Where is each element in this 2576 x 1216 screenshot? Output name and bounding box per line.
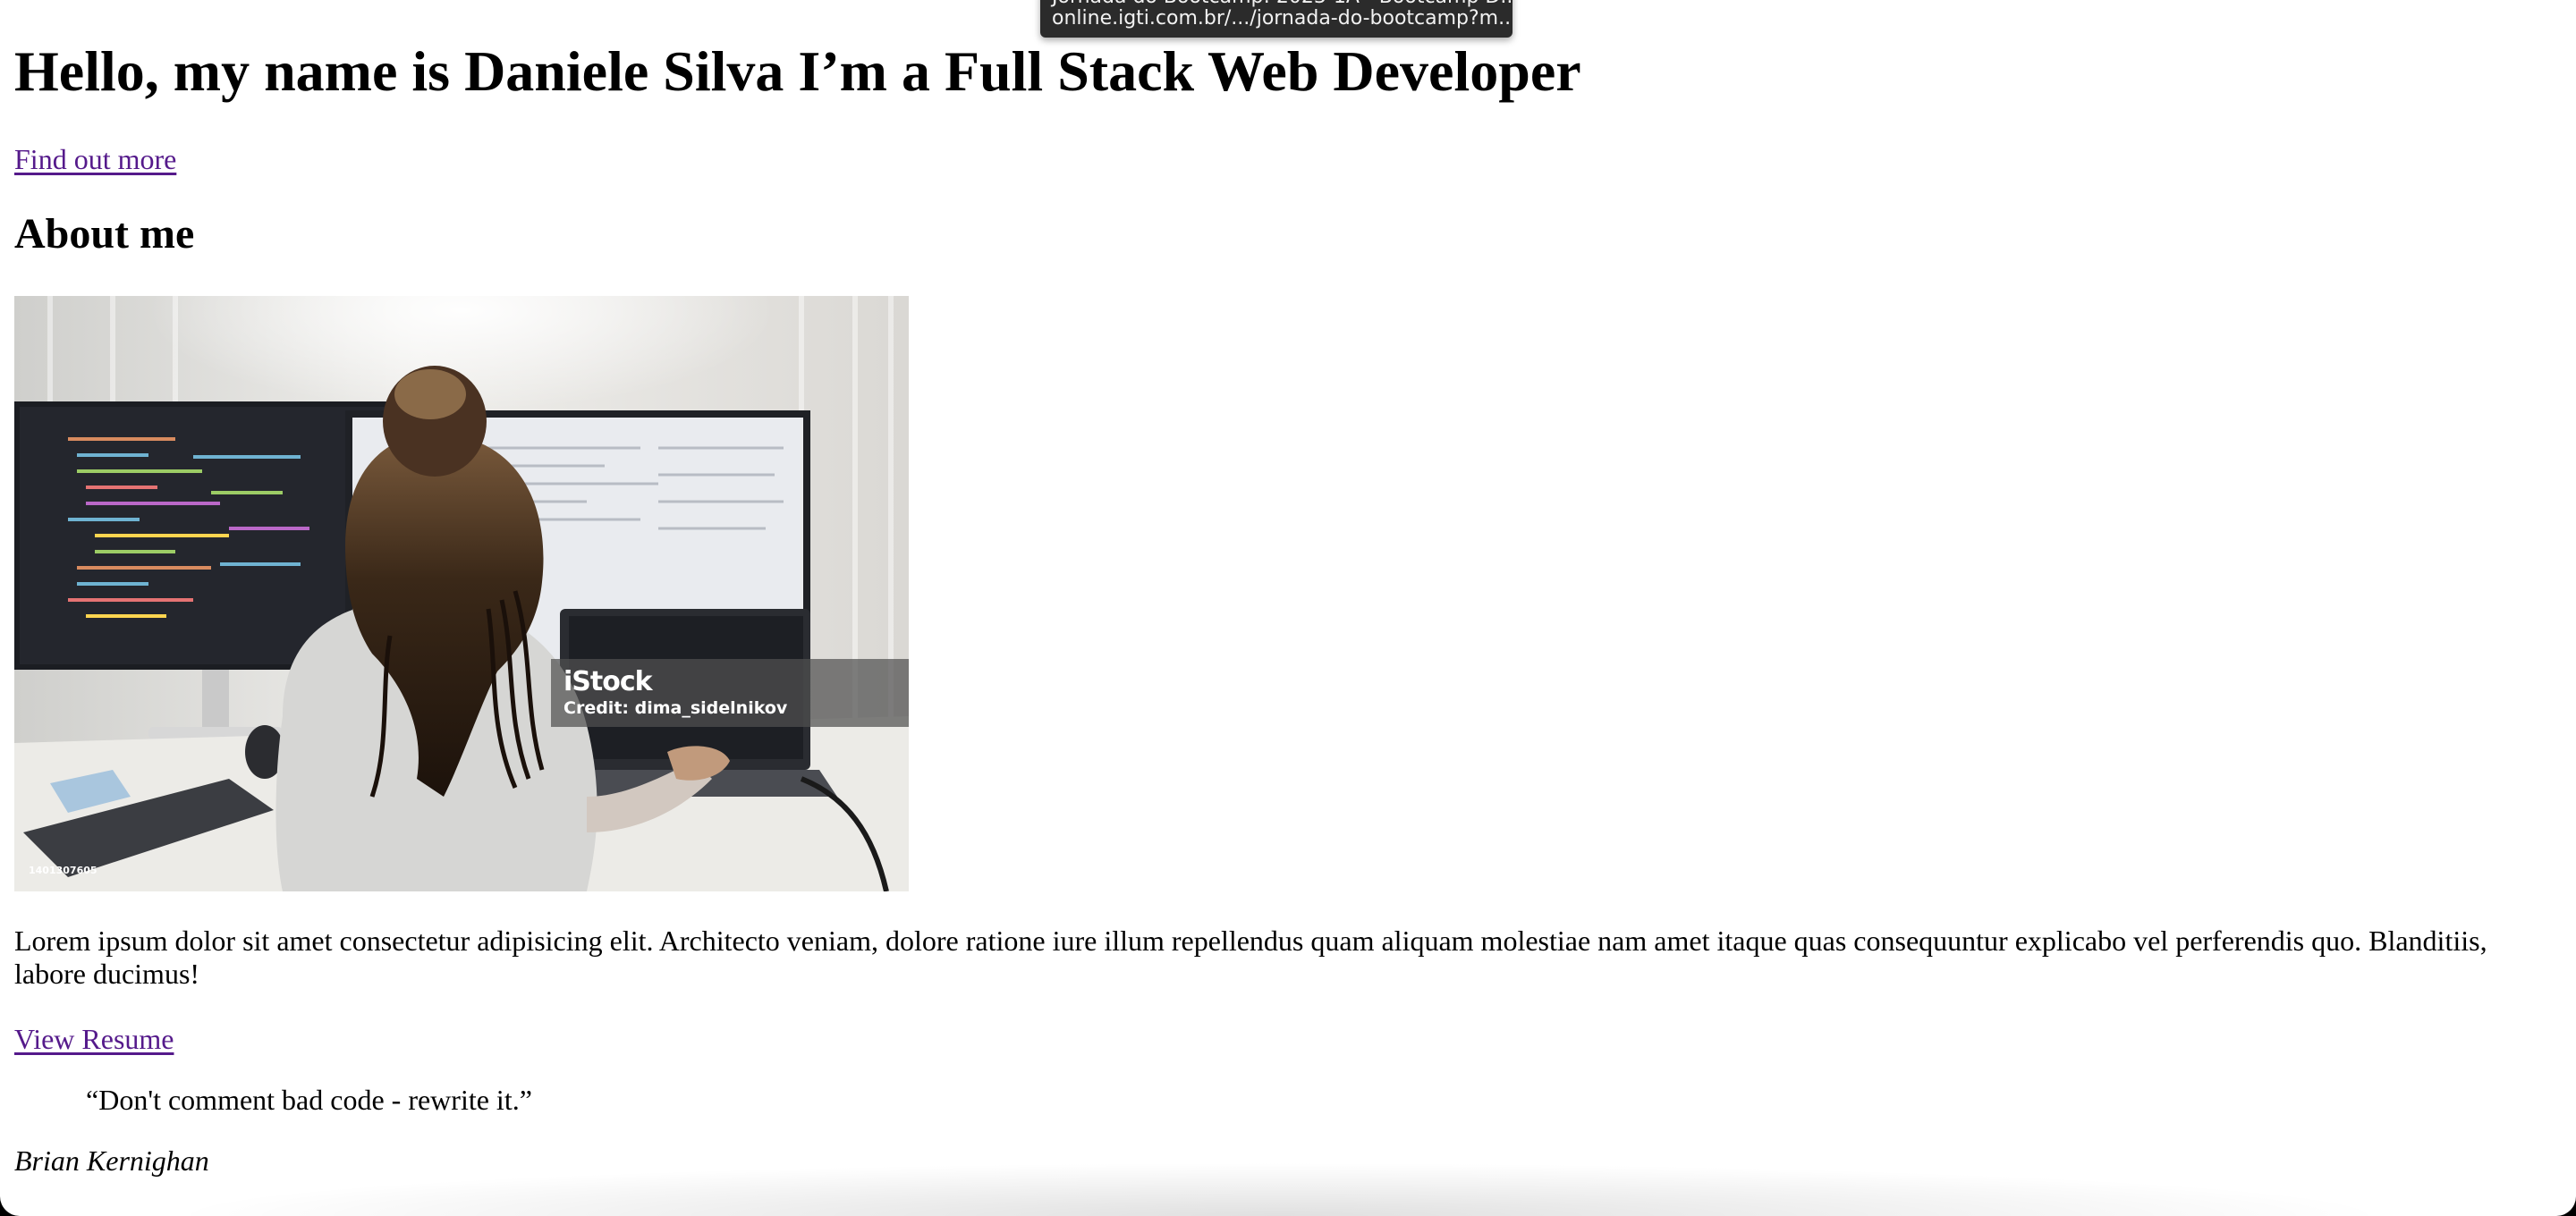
find-out-more-link[interactable]: Find out more	[14, 141, 176, 177]
quote-author: Brian Kernighan	[14, 1144, 209, 1177]
developer-at-desk-illustration	[14, 296, 909, 891]
browser-viewport: Hello, my name is Daniele Silva I’m a Fu…	[0, 0, 2576, 1216]
bottom-shadow	[161, 1162, 2397, 1216]
tooltip-url: online.igti.com.br/.../jornada-do-bootca…	[1052, 7, 1513, 30]
about-photo: iStock Credit: dima_sidelnikov 140130760…	[14, 296, 909, 891]
hero-title: Hello, my name is Daniele Silva I’m a Fu…	[14, 39, 1581, 103]
about-heading: About me	[14, 210, 195, 258]
photo-credit-badge: iStock Credit: dima_sidelnikov	[551, 659, 909, 727]
quote-text: “Don't comment bad code - rewrite it.”	[86, 1084, 532, 1116]
istock-logo: iStock	[564, 666, 653, 697]
about-paragraph: Lorem ipsum dolor sit amet consectetur a…	[14, 925, 2487, 990]
view-resume-link[interactable]: View Resume	[14, 1021, 174, 1057]
link-tooltip: Jornada do Bootcamp: 2023-1A - Bootcamp …	[1040, 0, 1513, 38]
photo-id: 1401307605	[29, 865, 97, 876]
photo-credit-text: Credit: dima_sidelnikov	[564, 698, 788, 718]
